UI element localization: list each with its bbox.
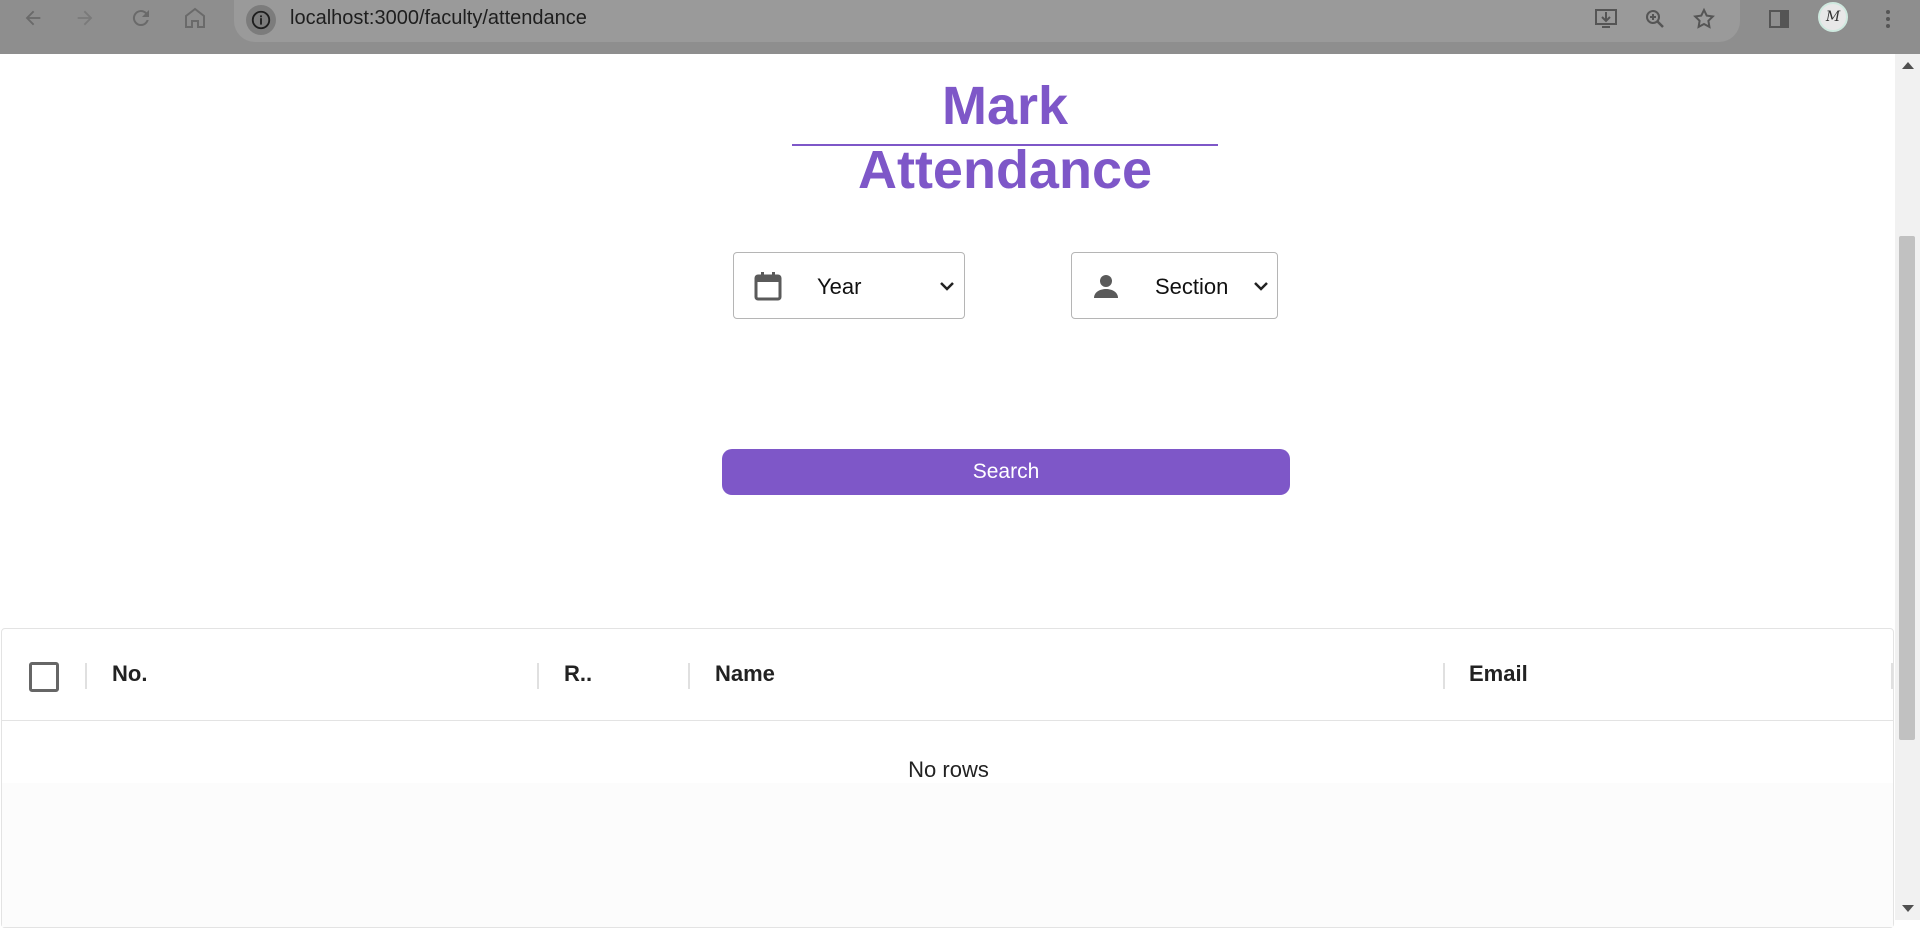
side-panel-icon[interactable] [1763,3,1795,35]
page-title-wrap: Mark Attendance [792,74,1218,202]
bookmark-star-icon[interactable] [1688,3,1720,35]
chevron-down-icon [938,277,956,295]
home-icon[interactable] [180,3,210,33]
browser-toolbar: localhost:3000/faculty/attendance M [0,0,1920,54]
page-title: Mark Attendance [857,76,1153,200]
scroll-up-arrow-icon[interactable] [1902,62,1914,69]
person-icon [1090,270,1122,302]
column-separator[interactable] [1443,663,1445,689]
forward-arrow-icon[interactable] [70,3,100,33]
table-header: No. R.. Name Email [2,629,1893,721]
page-content: Mark Attendance Year Section Search No. … [0,54,1895,928]
site-info-icon[interactable] [246,5,276,35]
empty-state-text: No rows [908,757,989,782]
back-arrow-icon[interactable] [18,3,48,33]
scrollbar-thumb[interactable] [1899,236,1915,740]
table-body [2,783,1893,927]
zoom-icon[interactable] [1639,3,1671,35]
column-header-no[interactable]: No. [112,661,147,687]
column-header-name[interactable]: Name [715,661,775,687]
chevron-down-icon [1252,277,1270,295]
year-select-label: Year [817,274,862,299]
attendance-table: No. R.. Name Email No rows [1,628,1894,928]
calendar-icon [752,270,784,302]
section-select-label: Section [1155,274,1229,299]
profile-avatar[interactable]: M [1818,2,1848,32]
url-text[interactable]: localhost:3000/faculty/attendance [290,7,587,30]
year-select[interactable]: Year [733,252,965,319]
address-bar[interactable]: localhost:3000/faculty/attendance [234,0,1740,42]
reload-icon[interactable] [126,3,156,33]
install-app-icon[interactable] [1591,3,1623,35]
column-header-email[interactable]: Email [1469,661,1528,687]
column-header-roll[interactable]: R.. [564,661,592,687]
column-separator[interactable] [537,663,539,689]
select-all-checkbox[interactable] [29,662,59,692]
title-underline [792,144,1218,146]
column-separator[interactable] [1891,663,1893,689]
vertical-scrollbar[interactable] [1895,54,1920,920]
column-separator[interactable] [688,663,690,689]
section-select[interactable]: Section [1071,252,1278,319]
scroll-down-arrow-icon[interactable] [1902,905,1914,912]
search-button[interactable]: Search [722,449,1290,495]
column-separator[interactable] [85,663,87,689]
more-menu-icon[interactable] [1872,3,1904,35]
